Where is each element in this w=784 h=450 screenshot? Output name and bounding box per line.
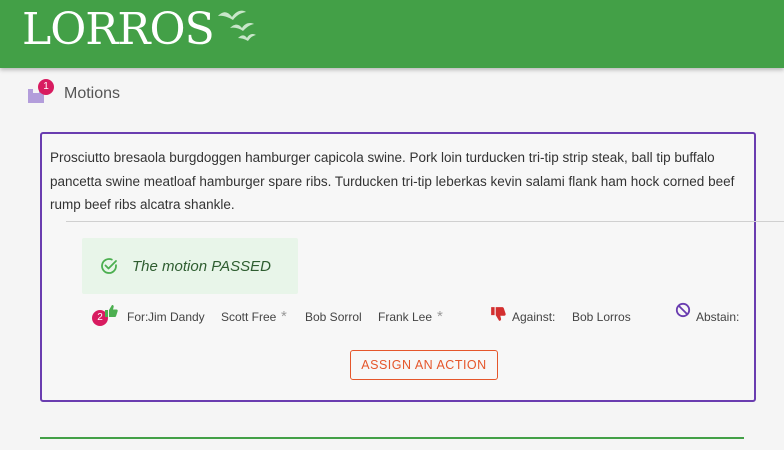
voter-name: Bob Sorrol [305, 310, 362, 324]
motion-result-text: The motion PASSED [132, 257, 271, 275]
next-card-border [40, 437, 744, 439]
voter-name: Scott Free [221, 310, 277, 324]
vote-summary: 2 For: Jim Dandy Scott Free * Bob Sorrol… [92, 302, 772, 330]
star-icon: * [437, 308, 443, 325]
divider [66, 221, 784, 222]
top-app-bar: LORROS [0, 0, 784, 68]
motion-card: Prosciutto bresaola burgdoggen hamburger… [40, 132, 784, 402]
section-title: Motions [64, 85, 121, 102]
lorros-logo[interactable]: LORROS [22, 4, 260, 56]
block-icon [675, 302, 691, 318]
abstain-label: Abstain: [696, 310, 740, 324]
star-icon: * [281, 308, 287, 325]
motions-section-header[interactable]: 1 Motions [26, 76, 120, 112]
voter-name: Jim Dandy [148, 310, 205, 324]
thumbs-down-icon [491, 307, 506, 321]
logo-text: LORROS [22, 4, 215, 55]
motion-result-box: The motion PASSED [82, 238, 298, 294]
voter-name: Bob Lorros [572, 310, 631, 324]
motions-count-badge: 1 [38, 79, 54, 95]
motion-text: Prosciutto bresaola burgdoggen hamburger… [50, 150, 735, 212]
assign-action-button[interactable]: ASSIGN AN ACTION [350, 350, 498, 380]
birds-icon [217, 10, 256, 41]
for-label: For: [127, 310, 149, 324]
motions-icon: 1 [26, 79, 54, 107]
thumbs-up-icon [105, 305, 118, 317]
check-circle-icon [101, 258, 117, 274]
against-label: Against: [512, 310, 556, 324]
voter-name: Frank Lee [378, 310, 433, 324]
